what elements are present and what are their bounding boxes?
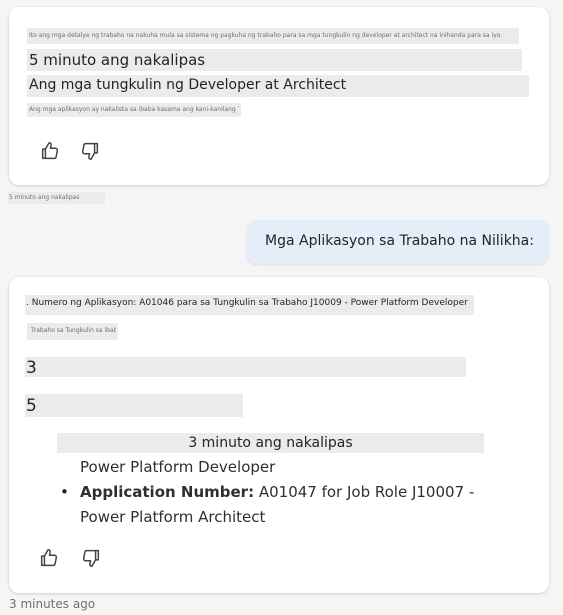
dislike-button-2[interactable] [76, 543, 106, 573]
number-b: 5 [26, 396, 37, 416]
application-line: . Numero ng Aplikasyon: A01046 para sa T… [26, 298, 468, 308]
bullet-dot: • [60, 483, 69, 501]
bot-message-card-1: Ito ang mga detalye ng trabaho na nakuha… [9, 7, 549, 185]
faint-text-line-2: Ang mga aplikasyon ay nakalista sa ibaba… [29, 106, 239, 113]
faint-text-line: Ito ang mga detalye ng trabaho na nakuha… [29, 32, 503, 39]
bullet-text: A01047 for Job Role J10007 - [254, 483, 475, 501]
thumbs-up-icon [41, 142, 59, 160]
continued-line: Power Platform Developer [80, 458, 276, 476]
user-message-text: Mga Aplikasyon sa Trabaho na Nilikha: [265, 233, 534, 249]
number-a: 3 [26, 358, 37, 378]
card1-timestamp: 5 minuto ang nakalipas [9, 194, 80, 201]
number-b-highlight [25, 394, 243, 417]
like-button-2[interactable] [34, 543, 64, 573]
bullet-label: Application Number: [80, 483, 255, 501]
number-a-highlight [25, 357, 466, 377]
user-message-bubble: Mga Aplikasyon sa Trabaho na Nilikha: [247, 220, 549, 264]
dislike-button[interactable] [75, 136, 105, 166]
chat-page: Ito ang mga detalye ng trabaho na nakuha… [0, 0, 563, 615]
time-ago-2-text: 3 minuto ang nakalipas [188, 435, 353, 451]
footer-timestamp: 3 minutes ago [9, 597, 96, 611]
thumbs-down-icon [82, 549, 100, 567]
bullet-first-line: Application Number: A01047 for Job Role … [80, 483, 474, 501]
bot-message-card-2: . Numero ng Aplikasyon: A01046 para sa T… [9, 277, 549, 593]
faint-sub-text: Trabaho sa Tungkulin sa ibaba [31, 327, 116, 334]
time-ago-text: 5 minuto ang nakalipas [29, 51, 206, 69]
thumbs-up-icon [40, 549, 58, 567]
bullet-second-line: Power Platform Architect [80, 508, 266, 526]
like-button[interactable] [35, 136, 65, 166]
thumbs-down-icon [81, 142, 99, 160]
roles-heading: Ang mga tungkulin ng Developer at Archit… [29, 77, 347, 93]
